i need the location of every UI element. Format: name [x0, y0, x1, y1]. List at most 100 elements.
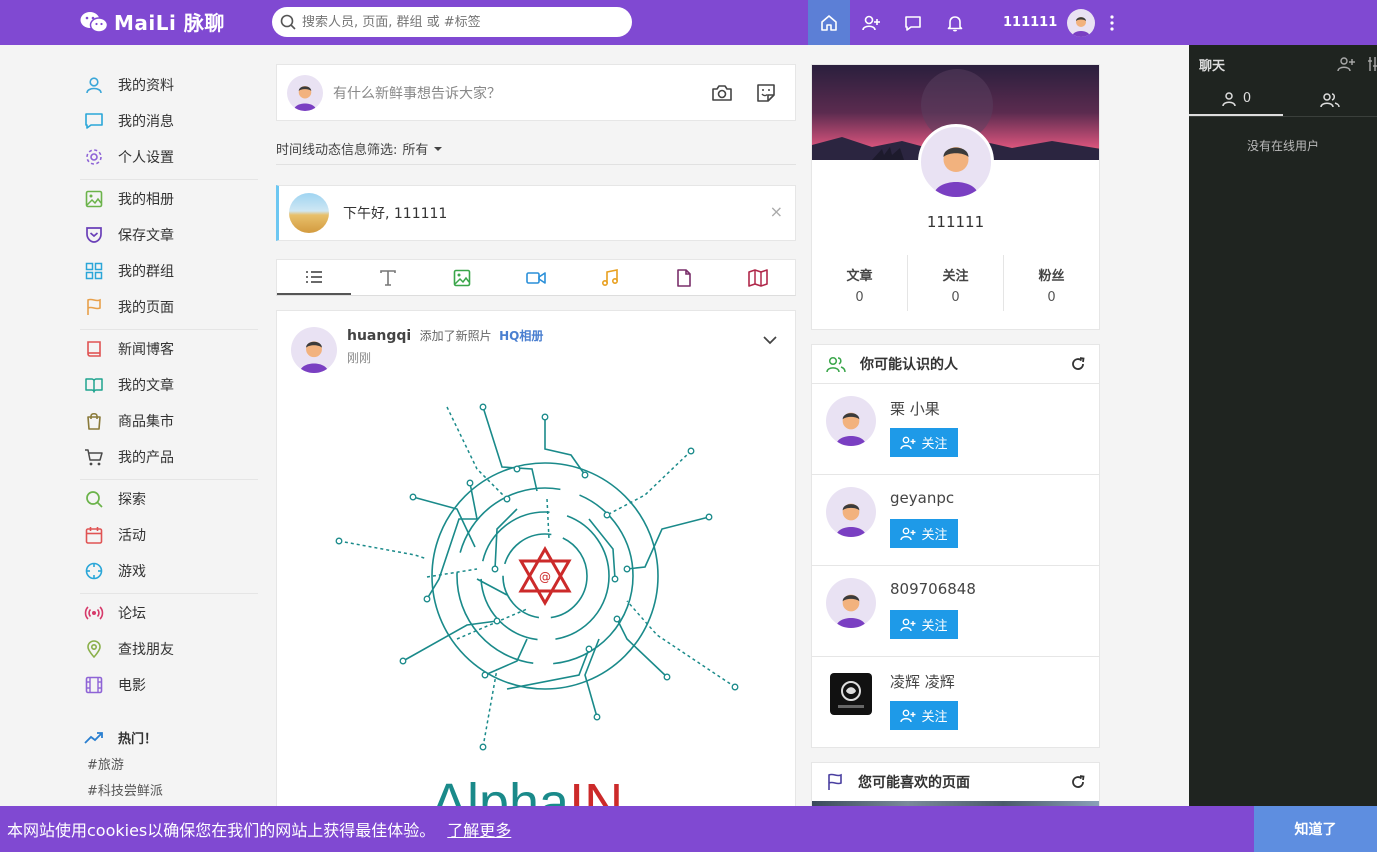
shopping-bag-icon: [87, 412, 101, 430]
post-image[interactable]: @ AlphaIN: [327, 399, 747, 819]
sidebar-item-movies[interactable]: 电影: [80, 667, 258, 703]
sliders-icon[interactable]: [1367, 56, 1377, 72]
follow-button[interactable]: 关注: [890, 701, 958, 730]
sticker-icon[interactable]: [755, 82, 777, 104]
follow-label: 关注: [921, 709, 948, 724]
brand-logo-avatar: [830, 673, 872, 715]
sidebar-item-forum[interactable]: 论坛: [80, 595, 258, 631]
sidebar-item-label: 商品集市: [118, 414, 174, 430]
sidebar-item-blogs[interactable]: 新闻博客: [80, 331, 258, 367]
tab-online-users[interactable]: 0: [1189, 83, 1283, 116]
follow-button[interactable]: 关注: [890, 610, 958, 639]
sidebar-item-saved-posts[interactable]: 保存文章: [80, 217, 258, 253]
friend-requests-button[interactable]: [850, 0, 892, 45]
person-name[interactable]: geyanpc: [890, 489, 958, 509]
profile-name[interactable]: 111111: [812, 213, 1099, 231]
sidebar-item-label: 我的群组: [118, 264, 174, 280]
stat-label: 文章: [846, 269, 873, 284]
online-count: 0: [1242, 91, 1252, 106]
timeline-filter[interactable]: 时间线动态信息筛选: 所有: [276, 135, 796, 165]
sidebar-item-pages[interactable]: 我的页面: [80, 289, 258, 325]
avatar[interactable]: [826, 578, 876, 628]
profile-avatar[interactable]: [918, 124, 994, 200]
user-menu[interactable]: 111111: [1003, 0, 1117, 45]
sidebar-item-articles[interactable]: 我的文章: [80, 367, 258, 403]
cookie-banner: 本网站使用cookies以确保您在我们的网站上获得最佳体验。 了解更多 知道了: [0, 806, 1377, 852]
stat-posts[interactable]: 文章 0: [812, 255, 908, 311]
stat-followers[interactable]: 粉丝 0: [1004, 255, 1099, 311]
bell-icon: [947, 15, 963, 32]
avatar-person-icon: [1072, 16, 1091, 37]
person-name[interactable]: 凌辉 凌辉: [890, 671, 958, 691]
sidebar-item-events[interactable]: 活动: [80, 517, 258, 553]
sidebar-item-explore[interactable]: 探索: [80, 481, 258, 517]
right-sidebar: 111111 文章 0 关注 0 粉丝 0 你可能认识的人 栗 小果 关注 ge…: [811, 64, 1100, 822]
user-plus-icon: [900, 709, 916, 722]
cookie-accept-button[interactable]: 知道了: [1254, 806, 1377, 852]
post-options-chevron-icon[interactable]: [763, 335, 777, 345]
top-navbar: MaiLi 脉聊 111111: [0, 0, 1377, 45]
add-user-icon[interactable]: [1337, 56, 1355, 72]
tab-groups[interactable]: [1283, 83, 1377, 116]
sidebar-item-market[interactable]: 商品集市: [80, 403, 258, 439]
close-button[interactable]: ×: [770, 202, 783, 221]
logo[interactable]: MaiLi 脉聊: [80, 7, 225, 36]
person-name[interactable]: 栗 小果: [890, 398, 958, 418]
follow-button[interactable]: 关注: [890, 519, 958, 548]
filter-value[interactable]: 所有: [402, 139, 428, 158]
album-link[interactable]: HQ相册: [499, 329, 543, 343]
messages-button[interactable]: [892, 0, 934, 45]
sidebar-item-games[interactable]: 游戏: [80, 553, 258, 589]
pocket-icon: [86, 227, 102, 243]
camera-icon[interactable]: [711, 82, 733, 104]
refresh-icon[interactable]: [1071, 775, 1085, 789]
refresh-icon[interactable]: [1071, 357, 1085, 371]
person-name[interactable]: 809706848: [890, 580, 976, 600]
tab-files[interactable]: [647, 260, 721, 295]
more-vertical-icon[interactable]: [1107, 13, 1117, 33]
hashtag-link[interactable]: #科技尝鲜派: [80, 779, 258, 805]
stat-following[interactable]: 关注 0: [908, 255, 1004, 311]
gear-icon: [86, 149, 102, 165]
post-composer[interactable]: 有什么新鲜事想告诉大家？: [276, 64, 796, 121]
music-icon: [601, 268, 619, 286]
hashtag-link[interactable]: #旅游: [80, 753, 258, 779]
sidebar-item-profile[interactable]: 我的资料: [80, 67, 258, 103]
avatar[interactable]: [291, 327, 337, 373]
notifications-button[interactable]: [934, 0, 976, 45]
sidebar-item-albums[interactable]: 我的相册: [80, 181, 258, 217]
user-icon: [86, 77, 102, 94]
tab-text[interactable]: [351, 260, 425, 295]
home-button[interactable]: [808, 0, 850, 45]
sidebar-item-label: 活动: [118, 528, 146, 544]
post-author[interactable]: huangqi: [347, 328, 411, 344]
sidebar-item-find-friends[interactable]: 查找朋友: [80, 631, 258, 667]
tab-maps[interactable]: [721, 260, 795, 295]
tab-music[interactable]: [573, 260, 647, 295]
text-icon: [380, 269, 396, 286]
avatar[interactable]: [826, 396, 876, 446]
sidebar-item-label: 探索: [118, 492, 146, 508]
learn-more-link[interactable]: 了解更多: [447, 817, 511, 841]
film-icon: [85, 676, 103, 694]
avatar[interactable]: [826, 669, 876, 719]
tab-photos[interactable]: [425, 260, 499, 295]
avatar[interactable]: [1067, 8, 1096, 37]
tab-videos[interactable]: [499, 260, 573, 295]
image-icon: [85, 190, 103, 208]
follow-button[interactable]: 关注: [890, 428, 958, 457]
sidebar-item-groups[interactable]: 我的群组: [80, 253, 258, 289]
search-input[interactable]: [302, 14, 622, 30]
video-icon: [526, 271, 546, 284]
sidebar-item-messages[interactable]: 我的消息: [80, 103, 258, 139]
composer-input[interactable]: 有什么新鲜事想告诉大家？: [333, 83, 711, 103]
avatar[interactable]: [826, 487, 876, 537]
search-bar[interactable]: [272, 7, 632, 37]
sidebar-item-label: 保存文章: [118, 228, 174, 244]
suggested-person: geyanpc 关注: [812, 474, 1099, 565]
tab-all[interactable]: [277, 260, 351, 295]
sidebar-item-settings[interactable]: 个人设置: [80, 139, 258, 175]
profile-card: 111111 文章 0 关注 0 粉丝 0: [811, 64, 1100, 330]
sidebar-item-products[interactable]: 我的产品: [80, 439, 258, 475]
list-icon: [306, 270, 322, 283]
